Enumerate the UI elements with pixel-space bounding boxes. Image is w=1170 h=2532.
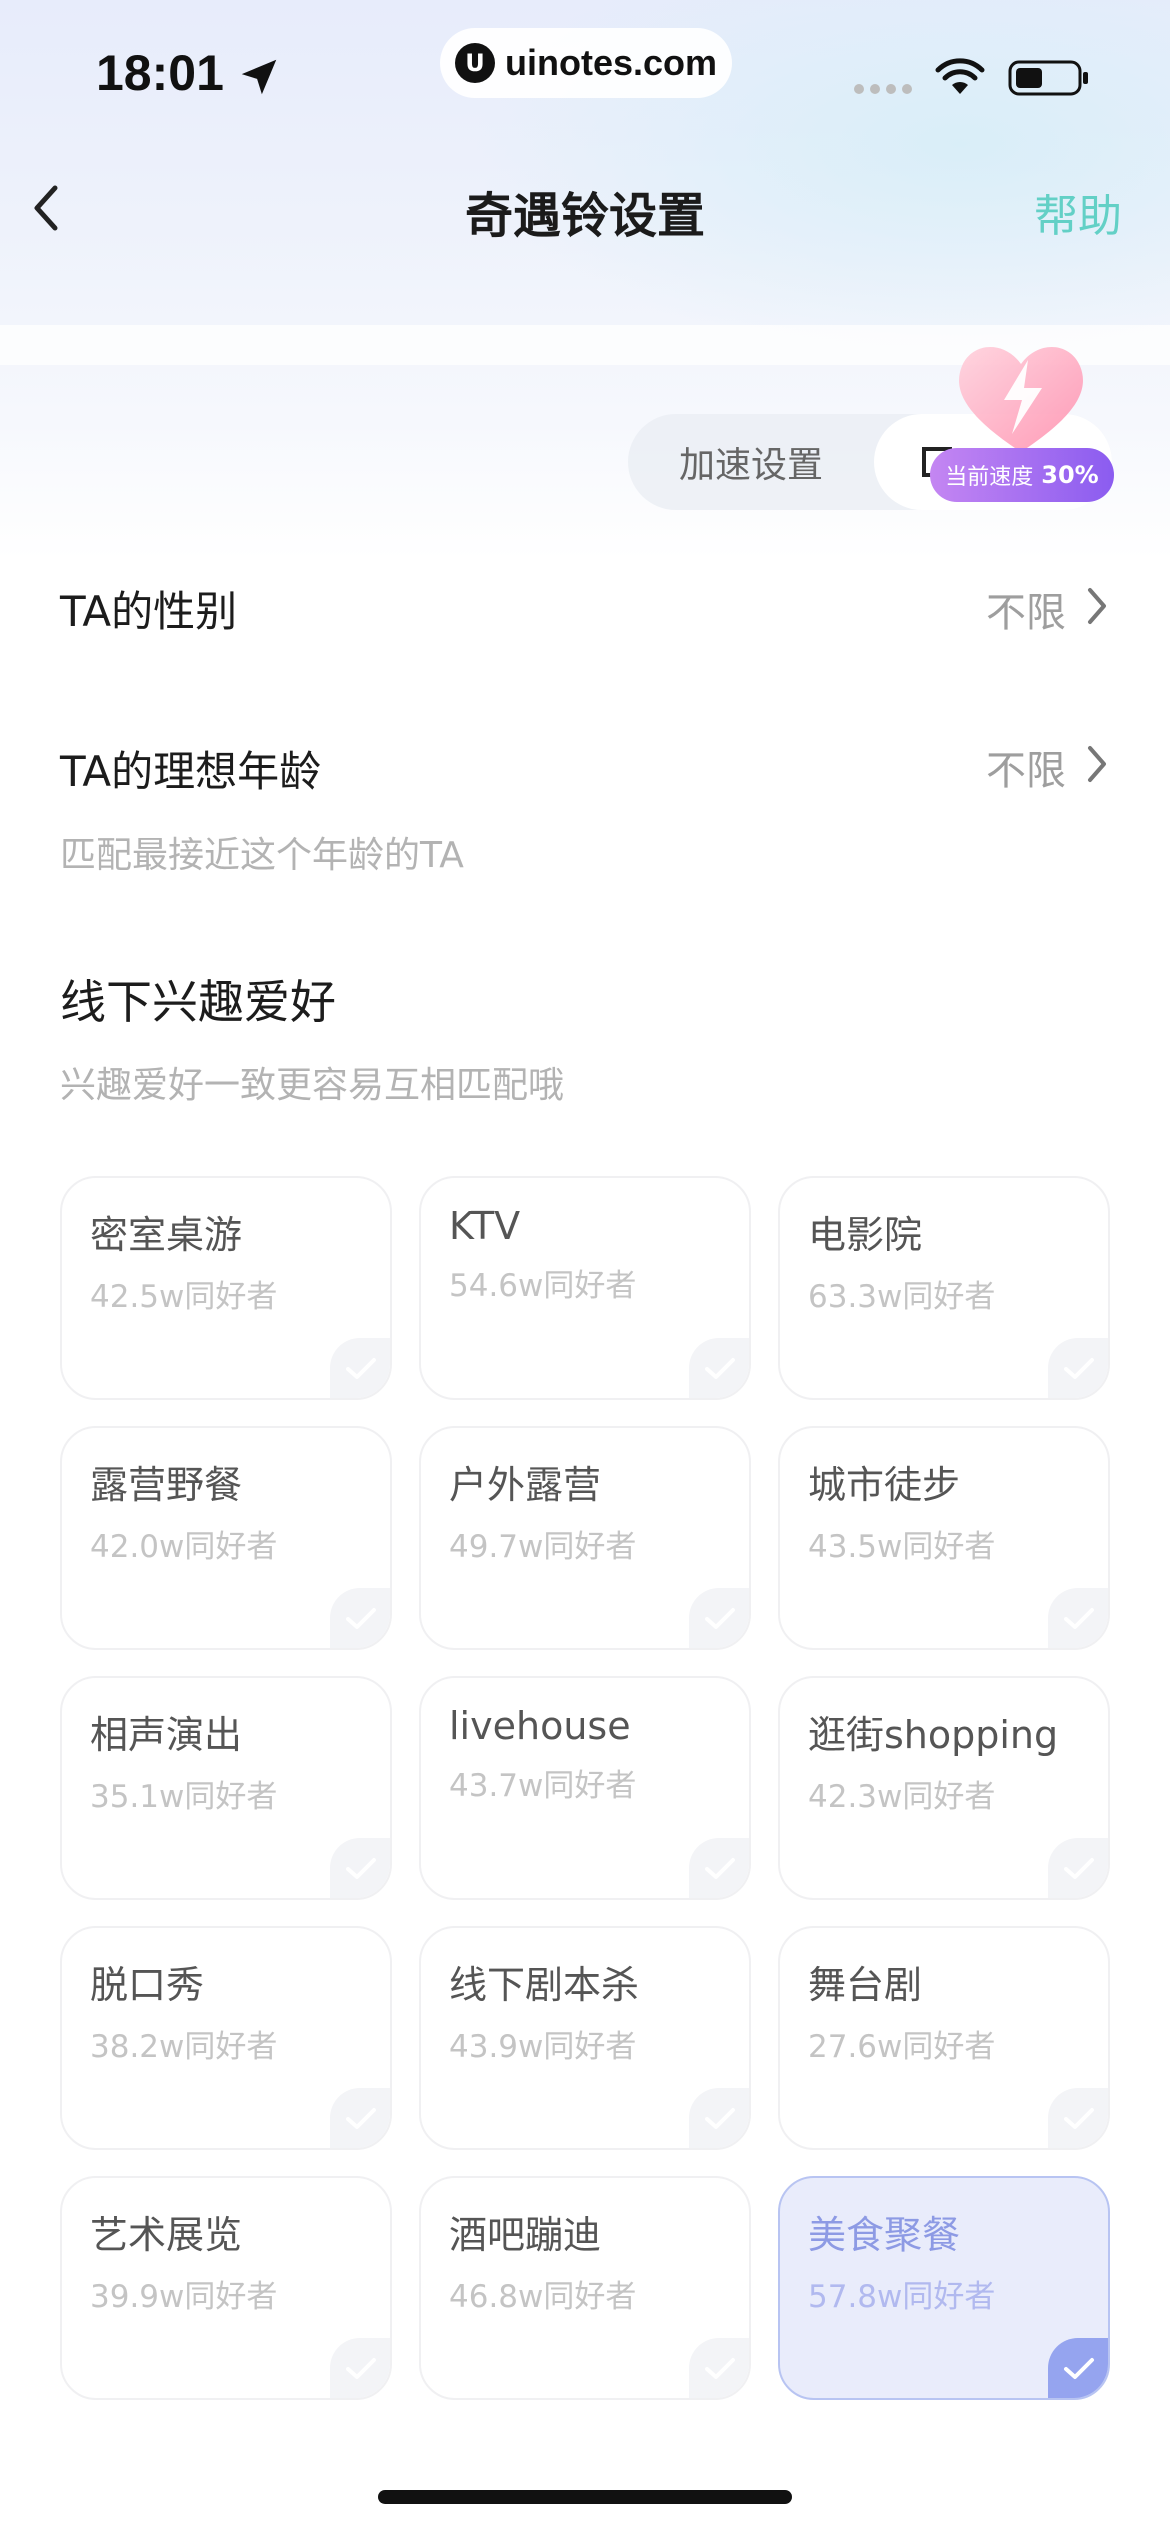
cellular-signal-icon: [854, 84, 912, 94]
url-text: uinotes.com: [504, 42, 718, 83]
hobby-count: 43.9w同好者: [449, 2029, 637, 2065]
page-title: 奇遇铃设置: [464, 188, 705, 244]
help-button[interactable]: 帮助: [1034, 180, 1122, 244]
hobby-count: 42.3w同好者: [808, 1779, 996, 1815]
hobby-card[interactable]: 线下剧本杀 43.9w同好者: [419, 1926, 751, 2150]
checkmark-icon: [330, 2338, 390, 2398]
age-label: TA的理想年龄: [60, 747, 322, 796]
hobby-card[interactable]: 舞台剧 27.6w同好者: [778, 1926, 1110, 2150]
checkmark-icon: [330, 2088, 390, 2148]
checkmark-icon: [330, 1838, 390, 1898]
hobby-card[interactable]: 美食聚餐 57.8w同好者: [778, 2176, 1110, 2400]
home-indicator: [378, 2490, 792, 2504]
hobby-card[interactable]: 露营野餐 42.0w同好者: [60, 1426, 392, 1650]
hobby-name: 舞台剧: [808, 1963, 923, 2007]
hobby-card[interactable]: KTV 54.6w同好者: [419, 1176, 751, 1400]
hobby-count: 43.5w同好者: [808, 1529, 996, 1565]
checkmark-icon: [1048, 2338, 1108, 2398]
hobby-grid: 密室桌游 42.5w同好者 KTV 54.6w同好者 电影院 63.3w同好者露营野餐 42…: [60, 1176, 1110, 2400]
hobby-name: 相声演出: [90, 1713, 243, 1757]
hobby-count: 57.8w同好者: [808, 2279, 996, 2315]
hobby-card[interactable]: 电影院 63.3w同好者: [778, 1176, 1110, 1400]
checkmark-icon: [689, 2338, 749, 2398]
checkmark-icon: [689, 1338, 749, 1398]
location-arrow-icon: [241, 59, 277, 95]
hobby-count: 27.6w同好者: [808, 2029, 996, 2065]
hobby-card[interactable]: 密室桌游 42.5w同好者: [60, 1176, 392, 1400]
checkmark-icon: [1048, 1588, 1108, 1648]
hobby-card[interactable]: 脱口秀 38.2w同好者: [60, 1926, 392, 2150]
checkmark-icon: [1048, 2088, 1108, 2148]
heart-boost-icon: [959, 346, 1083, 452]
hobby-name: 艺术展览: [90, 2213, 243, 2257]
hobby-name: 城市徒步: [808, 1463, 961, 1507]
hobby-card[interactable]: livehouse 43.7w同好者: [419, 1676, 751, 1900]
speed-label: 当前速度: [945, 465, 1034, 490]
wifi-icon: [935, 58, 985, 94]
hobby-count: 49.7w同好者: [449, 1529, 637, 1565]
hobby-name: 密室桌游: [90, 1213, 243, 1257]
hobby-name: 露营野餐: [90, 1463, 243, 1507]
hobby-count: 35.1w同好者: [90, 1779, 278, 1815]
hobby-card[interactable]: 户外露营 49.7w同好者: [419, 1426, 751, 1650]
hobby-name: KTV: [449, 1204, 521, 1248]
checkmark-icon: [689, 1588, 749, 1648]
site-logo-icon: U: [454, 43, 495, 83]
age-subtitle: 匹配最接近这个年龄的TA: [60, 835, 464, 876]
hobby-name: 户外露营: [449, 1463, 602, 1507]
hobby-name: livehouse: [449, 1704, 631, 1748]
hobby-card[interactable]: 逛街shopping 42.3w同好者: [778, 1676, 1110, 1900]
gender-value: 不限: [986, 590, 1066, 636]
hobby-name: 酒吧蹦迪: [449, 2213, 602, 2257]
checkmark-icon: [1048, 1838, 1108, 1898]
chevron-right-icon: [1088, 588, 1106, 624]
hobby-card[interactable]: 城市徒步 43.5w同好者: [778, 1426, 1110, 1650]
status-time: 18:01: [96, 45, 224, 101]
hobby-card[interactable]: 酒吧蹦迪 46.8w同好者: [419, 2176, 751, 2400]
hobby-name: 逛街shopping: [808, 1713, 1059, 1757]
hobby-card[interactable]: 相声演出 35.1w同好者: [60, 1676, 392, 1900]
battery-icon: [1008, 60, 1088, 96]
speed-badge: 当前速度 30%: [930, 448, 1114, 502]
hobby-count: 38.2w同好者: [90, 2029, 278, 2065]
hobby-card[interactable]: 艺术展览 39.9w同好者: [60, 2176, 392, 2400]
gender-label: TA的性别: [60, 587, 238, 636]
age-value: 不限: [986, 748, 1066, 794]
hobbies-subtitle: 兴趣爱好一致更容易互相匹配哦: [60, 1065, 565, 1106]
checkmark-icon: [330, 1588, 390, 1648]
hobby-count: 54.6w同好者: [449, 1268, 637, 1304]
speed-value: 30%: [1041, 461, 1099, 489]
hobby-name: 脱口秀: [90, 1963, 205, 2007]
url-pill: U uinotes.com: [440, 28, 732, 98]
checkmark-icon: [330, 1338, 390, 1398]
hobby-name: 美食聚餐: [808, 2213, 961, 2257]
hobby-count: 63.3w同好者: [808, 1279, 996, 1315]
hobbies-title: 线下兴趣爱好: [60, 975, 336, 1029]
hobby-count: 42.5w同好者: [90, 1279, 278, 1315]
hobby-count: 46.8w同好者: [449, 2279, 637, 2315]
checkmark-icon: [1048, 1338, 1108, 1398]
checkmark-icon: [689, 1838, 749, 1898]
hobby-name: 电影院: [808, 1213, 923, 1257]
tab-accel-settings[interactable]: 加速设置: [628, 414, 874, 510]
chevron-right-icon: [1088, 746, 1106, 782]
hobby-count: 39.9w同好者: [90, 2279, 278, 2315]
hobby-count: 42.0w同好者: [90, 1529, 278, 1565]
checkmark-icon: [689, 2088, 749, 2148]
hobby-count: 43.7w同好者: [449, 1768, 637, 1804]
hobby-name: 线下剧本杀: [449, 1963, 640, 2007]
